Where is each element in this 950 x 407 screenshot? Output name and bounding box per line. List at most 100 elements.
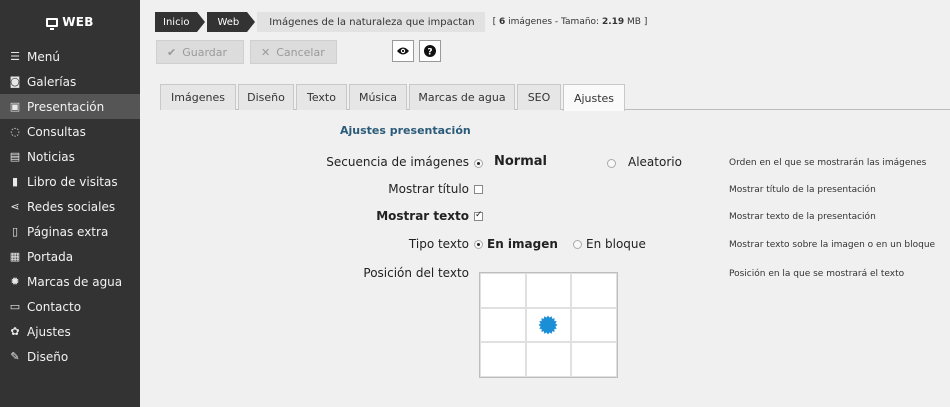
show-title-help: Mostrar título de la presentación (729, 185, 876, 195)
gear-icon: ✿ (10, 325, 20, 338)
sequence-normal-radio[interactable] (474, 159, 483, 168)
sidebar-item-label: Libro de visitas (27, 174, 118, 189)
position-bottom-center[interactable] (525, 342, 572, 377)
size-value: 2.19 (601, 17, 625, 27)
tab-texto[interactable]: Texto (296, 84, 347, 110)
save-button[interactable]: ✔ Guardar (156, 40, 244, 64)
sidebar-item-consultas[interactable]: ◌ Consultas (0, 119, 140, 144)
show-title-label: Mostrar título (388, 182, 469, 196)
text-position-help: Posición en la que se mostrará el texto (729, 269, 905, 279)
sidebar-item-label: Ajustes (27, 324, 71, 339)
breadcrumb-inicio[interactable]: Inicio (155, 12, 207, 32)
sidebar-item-páginas-extra[interactable]: ▯ Páginas extra (0, 219, 140, 244)
sequence-help: Orden en el que se mostrarán las imágene… (729, 158, 927, 168)
sidebar-item-presentación[interactable]: ▣ Presentación (0, 94, 140, 119)
text-type-image-label[interactable]: En imagen (487, 237, 558, 251)
breadcrumb-current: Imágenes de la naturaleza que impactan (257, 12, 485, 32)
cancel-label: Cancelar (276, 45, 325, 59)
sidebar-item-label: Páginas extra (27, 224, 109, 239)
tab-imagenes[interactable]: Imágenes (160, 84, 236, 110)
show-text-help: Mostrar texto de la presentación (729, 212, 876, 222)
sidebar-item-label: Redes sociales (27, 199, 116, 214)
text-type-block-label[interactable]: En bloque (586, 237, 646, 251)
position-top-right[interactable] (571, 273, 617, 308)
monitor-icon (46, 17, 59, 30)
position-top-left[interactable] (480, 273, 526, 308)
file-icon: ▯ (11, 225, 19, 238)
gallery-info: [ 6 imágenes - Tamaño: 2.19 MB ] (493, 17, 648, 27)
sidebar-item-marcas-de-agua[interactable]: ✹ Marcas de agua (0, 269, 140, 294)
tab-seo[interactable]: SEO (517, 84, 561, 110)
camera-icon: ◙ (9, 75, 21, 88)
show-text-checkbox[interactable] (474, 210, 483, 221)
newspaper-icon: ▤ (9, 150, 21, 163)
position-middle-right[interactable] (571, 307, 617, 343)
sidebar-item-label: Menú (27, 49, 60, 64)
question-icon: ? (424, 45, 436, 57)
position-bottom-right[interactable] (571, 342, 617, 377)
sidebar-item-menú[interactable]: ☰ Menú (0, 44, 140, 69)
sidebar-item-label: Diseño (27, 349, 69, 364)
sequence-normal-label[interactable]: Normal (494, 154, 547, 169)
badge-icon: ✹ (10, 275, 20, 288)
check-icon: ✔ (167, 45, 177, 59)
grid-icon: ▦ (9, 250, 21, 263)
position-center[interactable] (525, 307, 572, 343)
tab-musica[interactable]: Música (349, 84, 407, 110)
breadcrumb-web[interactable]: Web (207, 12, 256, 32)
position-middle-left[interactable] (480, 307, 526, 343)
brand[interactable]: WEB (0, 0, 140, 44)
contact-card-icon: ▭ (9, 300, 21, 313)
position-bottom-left[interactable] (480, 342, 526, 377)
close-icon: ✕ (261, 45, 271, 59)
text-type-help: Mostrar texto sobre la imagen o en un bl… (729, 240, 936, 250)
menu-icon: ☰ (10, 50, 20, 63)
tab-bar: Imágenes Diseño Texto Música Marcas de a… (160, 84, 950, 111)
breadcrumb: Inicio Web Imágenes de la naturaleza que… (155, 12, 647, 32)
text-type-image-radio[interactable] (474, 240, 483, 249)
preview-button[interactable] (392, 40, 414, 62)
sidebar-item-label: Galerías (27, 74, 77, 89)
sidebar-nav: ☰ Menú ◙ Galerías ▣ Presentación ◌ Consultas ▤ No… (0, 44, 140, 369)
eye-icon (397, 47, 409, 55)
image-icon: ▣ (9, 100, 21, 113)
section-title: Ajustes presentación (340, 124, 471, 137)
sidebar-item-libro-de-visitas[interactable]: ▮ Libro de visitas (0, 169, 140, 194)
sidebar-item-ajustes[interactable]: ✿ Ajustes (0, 319, 140, 344)
text-position-label: Posición del texto (363, 266, 469, 280)
show-title-checkbox[interactable] (474, 185, 483, 194)
cancel-button[interactable]: ✕ Cancelar (250, 40, 337, 64)
save-label: Guardar (182, 45, 228, 59)
sidebar-item-label: Noticias (27, 149, 75, 164)
sidebar-item-label: Presentación (27, 99, 105, 114)
position-top-center[interactable] (525, 273, 572, 308)
brush-icon: ✎ (10, 350, 20, 363)
selected-position-icon (538, 315, 558, 335)
sidebar-item-galerías[interactable]: ◙ Galerías (0, 69, 140, 94)
sequence-random-radio[interactable] (607, 159, 616, 168)
sidebar-item-portada[interactable]: ▦ Portada (0, 244, 140, 269)
svg-text:?: ? (427, 47, 432, 57)
text-position-grid (479, 272, 618, 378)
sidebar-item-noticias[interactable]: ▤ Noticias (0, 144, 140, 169)
book-icon: ▮ (11, 175, 19, 188)
sidebar-item-label: Contacto (27, 299, 82, 314)
help-button[interactable]: ? (419, 40, 441, 62)
main-content: Inicio Web Imágenes de la naturaleza que… (140, 0, 950, 407)
text-type-block-radio[interactable] (573, 240, 582, 249)
brand-label: WEB (62, 15, 94, 29)
share-icon: ⋖ (10, 200, 20, 213)
sequence-label: Secuencia de imágenes (326, 155, 469, 169)
sequence-random-label[interactable]: Aleatorio (628, 155, 682, 169)
tab-ajustes[interactable]: Ajustes (563, 84, 625, 111)
tab-diseno[interactable]: Diseño (238, 84, 294, 110)
chat-icon: ◌ (10, 125, 20, 138)
info-size-suffix: MB ] (624, 17, 648, 27)
sidebar: WEB ☰ Menú ◙ Galerías ▣ Presentación ◌ Consulta… (0, 0, 140, 407)
sidebar-item-contacto[interactable]: ▭ Contacto (0, 294, 140, 319)
sidebar-item-diseño[interactable]: ✎ Diseño (0, 344, 140, 369)
sidebar-item-label: Marcas de agua (27, 274, 123, 289)
sidebar-item-label: Consultas (27, 124, 86, 139)
tab-marcas-de-agua[interactable]: Marcas de agua (409, 84, 515, 110)
sidebar-item-redes-sociales[interactable]: ⋖ Redes sociales (0, 194, 140, 219)
